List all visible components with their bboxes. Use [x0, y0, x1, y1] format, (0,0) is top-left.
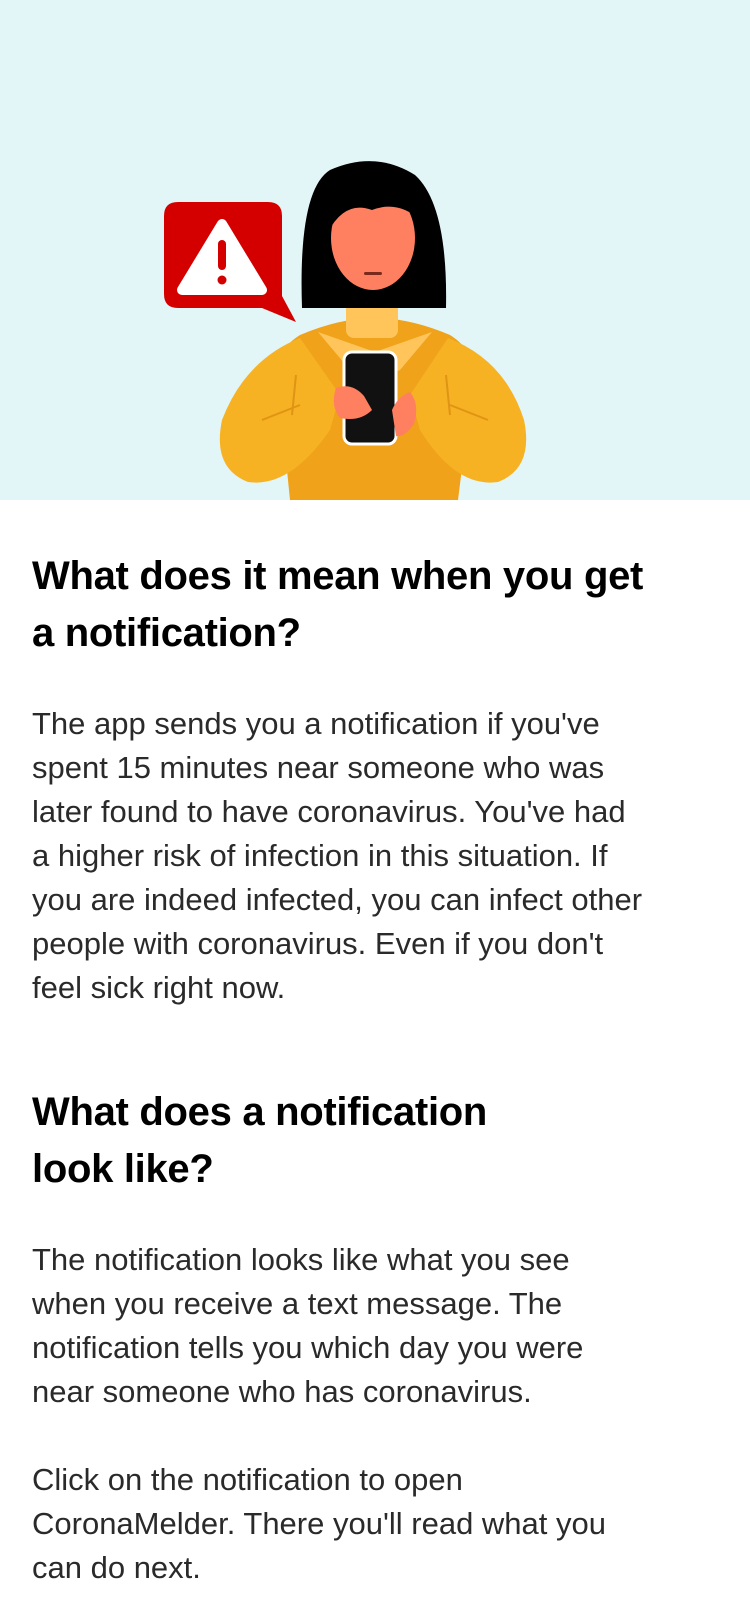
heading-line: a notification? — [32, 611, 301, 655]
paragraph-line: The app sends you a notification if you'… — [32, 706, 600, 741]
section-paragraph: The notification looks like what you see… — [32, 1238, 722, 1414]
paragraph-line: later found to have coronavirus. You've … — [32, 794, 626, 829]
paragraph-line: spent 15 minutes near someone who was — [32, 750, 605, 785]
section-heading-notification-appearance: What does a notification look like? — [32, 1084, 722, 1198]
heading-line: What does it mean when you get — [32, 554, 644, 598]
warning-icon — [164, 202, 296, 322]
section-paragraph: The app sends you a notification if you'… — [32, 702, 722, 1010]
main-content: What does it mean when you get a notific… — [32, 548, 722, 1590]
paragraph-line: people with coronavirus. Even if you don… — [32, 926, 604, 961]
paragraph-line: feel sick right now. — [32, 970, 286, 1005]
paragraph-line: CoronaMelder. There you'll read what you — [32, 1506, 606, 1541]
woman-with-phone-illustration — [164, 161, 527, 500]
paragraph-line: a higher risk of infection in this situa… — [32, 838, 608, 873]
paragraph-line: you are indeed infected, you can infect … — [32, 882, 643, 917]
paragraph-line: The notification looks like what you see — [32, 1242, 570, 1277]
section-heading-notification-meaning: What does it mean when you get a notific… — [32, 548, 722, 662]
heading-line: What does a notification — [32, 1090, 488, 1134]
hero-illustration — [0, 0, 750, 500]
paragraph-line: when you receive a text message. The — [32, 1286, 563, 1321]
heading-line: look like? — [32, 1147, 214, 1191]
section-paragraph: Click on the notification to open Corona… — [32, 1458, 722, 1590]
paragraph-line: notification tells you which day you wer… — [32, 1330, 584, 1365]
paragraph-line: can do next. — [32, 1550, 201, 1585]
paragraph-line: Click on the notification to open — [32, 1462, 463, 1497]
paragraph-line: near someone who has coronavirus. — [32, 1374, 532, 1409]
